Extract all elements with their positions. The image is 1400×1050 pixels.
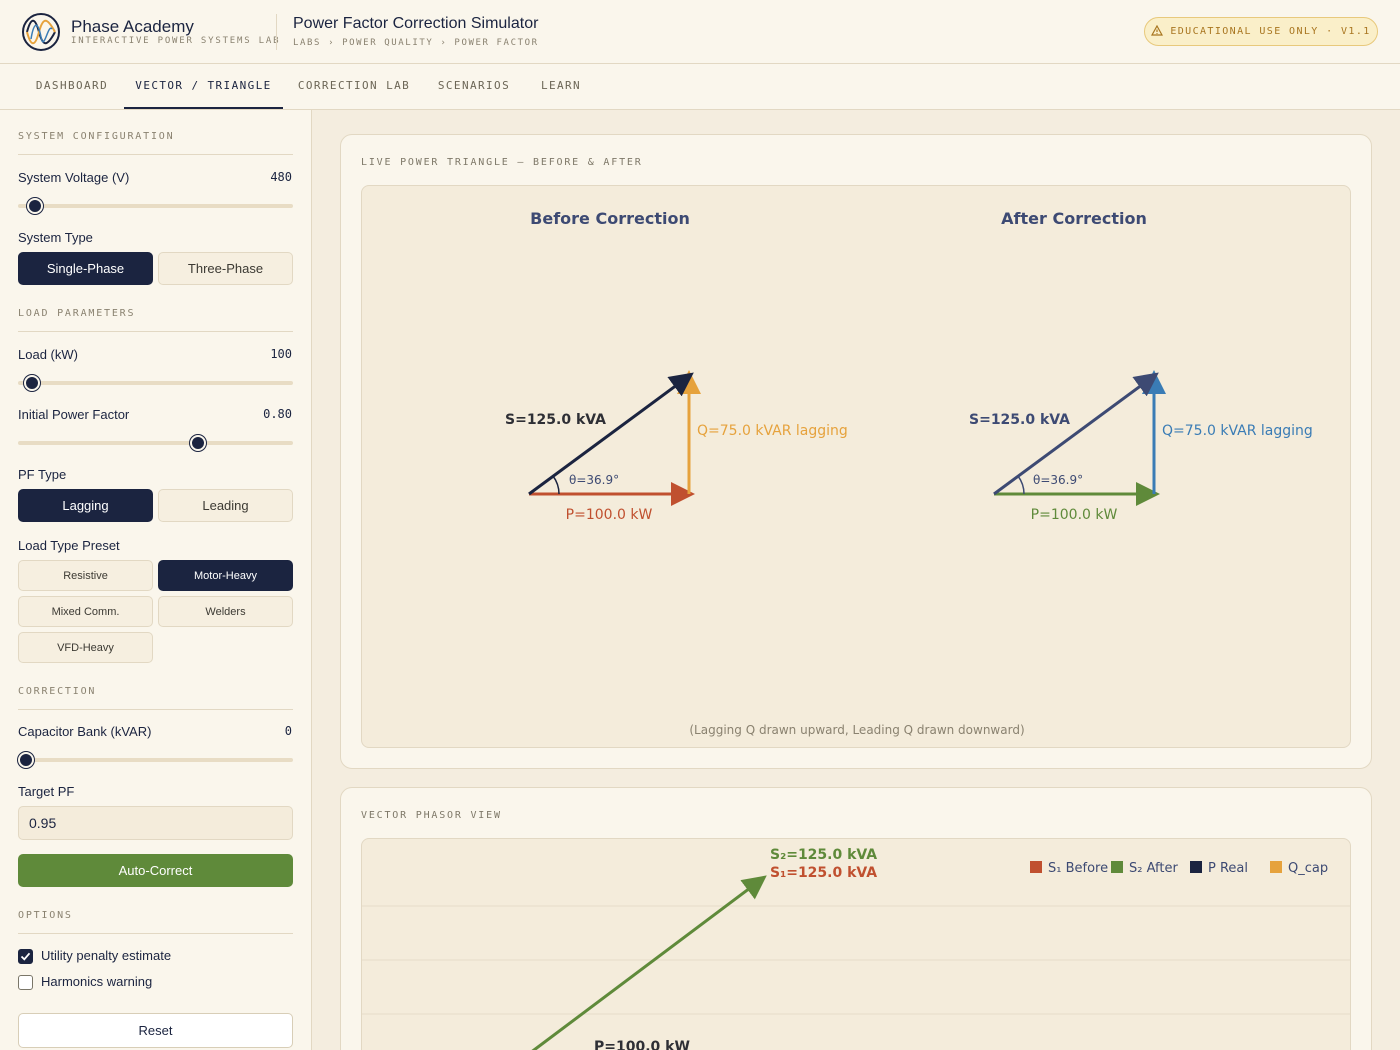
legend-label-p-real: P Real — [1208, 861, 1248, 876]
capacitor-bank-value: 0 — [284, 724, 292, 738]
triangle-note: (Lagging Q drawn upward, Leading Q drawn… — [689, 723, 1024, 737]
sine-wave-logo-icon — [22, 13, 60, 51]
load-value: 100 — [270, 347, 292, 361]
legend-label-s1-before: S₁ Before — [1048, 861, 1108, 876]
legend-swatch-p-real — [1190, 861, 1202, 873]
target-pf-label: Target PF — [18, 784, 75, 799]
auto-correct-button[interactable]: Auto-Correct — [18, 854, 293, 887]
s2-phasor-label: S₂=125.0 kVA — [770, 847, 877, 863]
s2-phasor-vector — [531, 875, 767, 1050]
capacitor-bank-label: Capacitor Bank (kVAR) — [18, 724, 152, 739]
legend-label-s2-after: S₂ After — [1129, 861, 1178, 876]
page-title: Power Factor Correction Simulator — [293, 15, 539, 32]
voltage-label: System Voltage (V) — [18, 170, 130, 185]
before-q-label: Q=75.0 kVAR lagging — [697, 423, 848, 439]
status-badge: EDUCATIONAL USE ONLY · V1.1 — [1144, 17, 1378, 46]
section-options: OPTIONS — [18, 910, 293, 934]
badge-text: EDUCATIONAL USE ONLY · V1.1 — [1170, 26, 1371, 37]
power-triangle-card-title: LIVE POWER TRIANGLE — BEFORE & AFTER — [361, 157, 643, 168]
header-divider — [276, 14, 277, 50]
breadcrumb: LABS › POWER QUALITY › POWER FACTOR — [293, 38, 539, 48]
load-slider-thumb[interactable] — [23, 375, 40, 391]
capacitor-bank-slider-thumb[interactable] — [18, 752, 35, 768]
tab-vector-triangle[interactable]: VECTOR / TRIANGLE — [124, 64, 283, 109]
before-theta-arc — [552, 475, 560, 495]
section-load-parameters: LOAD PARAMETERS — [18, 308, 293, 332]
tab-correction-lab[interactable]: CORRECTION LAB — [288, 64, 420, 109]
before-correction-heading: Before Correction — [530, 209, 690, 228]
phasor-canvas: S₂=125.0 kVA S₁=125.0 kVA P=100.0 kW S₁ … — [361, 838, 1351, 1050]
tab-learn[interactable]: LEARN — [528, 64, 594, 109]
phasor-card: VECTOR PHASOR VIEW S₂=125.0 kVA S₁=125.0… — [340, 787, 1372, 1050]
initial-pf-label: Initial Power Factor — [18, 407, 130, 422]
initial-pf-slider[interactable] — [18, 435, 293, 451]
preset-resistive-button[interactable]: Resistive — [18, 560, 153, 591]
main-nav: DASHBOARD VECTOR / TRIANGLE CORRECTION L… — [0, 64, 1400, 110]
utility-penalty-checkbox[interactable] — [18, 949, 33, 964]
s1-phasor-label: S₁=125.0 kVA — [770, 865, 877, 881]
voltage-value: 480 — [270, 170, 292, 184]
before-theta-label: θ=36.9° — [569, 473, 619, 487]
phasor-card-title: VECTOR PHASOR VIEW — [361, 810, 502, 821]
target-pf-input[interactable] — [18, 806, 293, 840]
initial-pf-slider-thumb[interactable] — [190, 435, 207, 451]
phasor-legend: S₁ Before S₂ After P Real Q_cap — [1030, 861, 1328, 876]
load-label: Load (kW) — [18, 347, 78, 362]
legend-swatch-s2-after — [1111, 861, 1123, 873]
voltage-slider-thumb[interactable] — [26, 198, 43, 214]
after-p-label: P=100.0 kW — [1031, 507, 1118, 523]
legend-swatch-s1-before — [1030, 861, 1042, 873]
system-type-label: System Type — [18, 230, 93, 245]
preset-vfd-heavy-button[interactable]: VFD-Heavy — [18, 632, 153, 663]
checkmark-icon — [20, 952, 31, 961]
preset-welders-button[interactable]: Welders — [158, 596, 293, 627]
before-p-label: P=100.0 kW — [566, 507, 653, 523]
warning-icon — [1151, 24, 1164, 39]
after-theta-label: θ=36.9° — [1033, 473, 1083, 487]
initial-pf-value: 0.80 — [263, 407, 292, 421]
system-type-single-phase-button[interactable]: Single-Phase — [18, 252, 153, 285]
after-s-label: S=125.0 kVA — [969, 412, 1070, 428]
brand-name: Phase Academy — [71, 17, 194, 36]
section-system-configuration: SYSTEM CONFIGURATION — [18, 131, 293, 155]
tab-scenarios[interactable]: SCENARIOS — [426, 64, 522, 109]
pf-type-leading-button[interactable]: Leading — [158, 489, 293, 522]
app-header: Phase Academy INTERACTIVE POWER SYSTEMS … — [0, 0, 1400, 64]
tab-dashboard[interactable]: DASHBOARD — [22, 64, 122, 109]
p-phasor-label: P=100.0 kW — [594, 1039, 690, 1050]
reset-button[interactable]: Reset — [18, 1013, 293, 1048]
preset-motor-heavy-button[interactable]: Motor-Heavy — [158, 560, 293, 591]
legend-label-q-cap: Q_cap — [1288, 861, 1328, 876]
legend-swatch-q-cap — [1270, 861, 1282, 873]
system-type-three-phase-button[interactable]: Three-Phase — [158, 252, 293, 285]
preset-mixed-comm-button[interactable]: Mixed Comm. — [18, 596, 153, 627]
harmonics-warning-label: Harmonics warning — [41, 974, 153, 989]
sidebar: SYSTEM CONFIGURATION System Voltage (V) … — [0, 110, 312, 1050]
load-preset-label: Load Type Preset — [18, 538, 120, 553]
utility-penalty-label: Utility penalty estimate — [41, 948, 172, 963]
brand-subtitle: INTERACTIVE POWER SYSTEMS LAB — [71, 36, 281, 46]
pf-type-lagging-button[interactable]: Lagging — [18, 489, 153, 522]
power-triangle-canvas: Before Correction θ=36.9° S=125.0 kVA Q=… — [361, 185, 1351, 748]
capacitor-bank-slider[interactable] — [18, 752, 293, 768]
voltage-slider[interactable] — [18, 198, 293, 214]
load-slider[interactable] — [18, 375, 293, 391]
harmonics-warning-checkbox[interactable] — [18, 975, 33, 990]
power-triangle-card: LIVE POWER TRIANGLE — BEFORE & AFTER Bef… — [340, 134, 1372, 769]
before-s-label: S=125.0 kVA — [505, 412, 606, 428]
pf-type-label: PF Type — [18, 467, 67, 482]
section-correction: CORRECTION — [18, 686, 293, 710]
after-q-label: Q=75.0 kVAR lagging — [1162, 423, 1313, 439]
after-theta-arc — [1017, 475, 1025, 495]
after-correction-heading: After Correction — [1001, 209, 1147, 228]
